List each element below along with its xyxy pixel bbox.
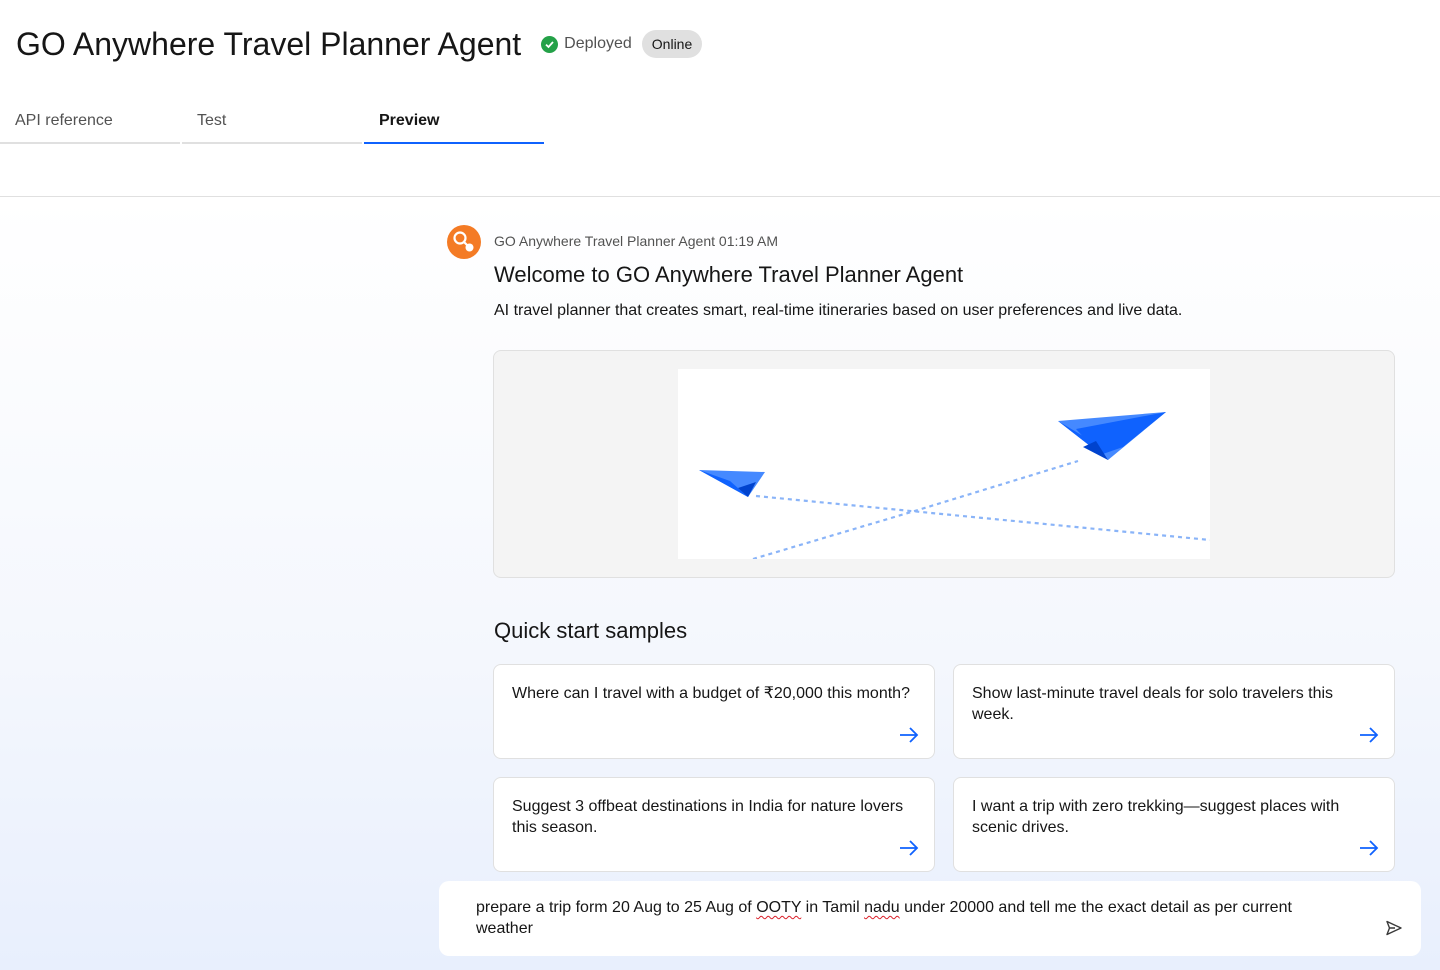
- misspelled-word: OOTY: [756, 899, 802, 916]
- tab-test[interactable]: Test: [182, 100, 362, 144]
- agent-avatar-icon: [447, 225, 481, 259]
- input-text-part: prepare a trip form 20 Aug to 25 Aug of: [476, 899, 757, 916]
- sample-text: Suggest 3 offbeat destinations in India …: [512, 798, 904, 836]
- message-meta: GO Anywhere Travel Planner Agent 01:19 A…: [494, 233, 778, 249]
- sample-card[interactable]: Show last-minute travel deals for solo t…: [953, 664, 1395, 759]
- hero-image-card: [493, 350, 1395, 578]
- deployment-status: Deployed: [541, 35, 632, 53]
- tab-bar: API reference Test Preview: [0, 100, 544, 144]
- page-header: GO Anywhere Travel Planner Agent Deploye…: [0, 0, 1440, 197]
- arrow-right-icon: [1360, 727, 1379, 743]
- input-text-part: in Tamil: [801, 899, 865, 916]
- sample-text: Where can I travel with a budget of ₹20,…: [512, 685, 910, 702]
- welcome-heading: Welcome to GO Anywhere Travel Planner Ag…: [494, 262, 964, 287]
- sample-card[interactable]: I want a trip with zero trekking—suggest…: [953, 777, 1395, 872]
- arrow-right-icon: [1360, 840, 1379, 856]
- message-time: 01:19 AM: [718, 233, 779, 249]
- sample-card[interactable]: Suggest 3 offbeat destinations in India …: [493, 777, 935, 872]
- sample-card[interactable]: Where can I travel with a budget of ₹20,…: [493, 664, 935, 759]
- tab-api-reference[interactable]: API reference: [0, 100, 180, 144]
- paper-planes-illustration: [678, 369, 1211, 561]
- online-badge: Online: [641, 30, 703, 58]
- send-icon[interactable]: [1385, 920, 1403, 936]
- misspelled-word: nadu: [864, 899, 900, 916]
- sample-text: I want a trip with zero trekking—suggest…: [972, 798, 1340, 836]
- agent-description: AI travel planner that creates smart, re…: [494, 302, 1183, 319]
- arrow-right-icon: [900, 727, 919, 743]
- sample-text: Show last-minute travel deals for solo t…: [972, 685, 1334, 723]
- chat-input[interactable]: prepare a trip form 20 Aug to 25 Aug of …: [439, 881, 1421, 956]
- page-title: GO Anywhere Travel Planner Agent: [16, 26, 522, 62]
- status-label: Deployed: [564, 35, 632, 52]
- title-row: GO Anywhere Travel Planner Agent Deploye…: [16, 24, 703, 64]
- quick-start-title: Quick start samples: [494, 618, 688, 643]
- tab-preview[interactable]: Preview: [364, 100, 544, 144]
- arrow-right-icon: [900, 840, 919, 856]
- checkmark-circle-icon: [541, 35, 559, 53]
- message-sender: GO Anywhere Travel Planner Agent: [494, 233, 716, 249]
